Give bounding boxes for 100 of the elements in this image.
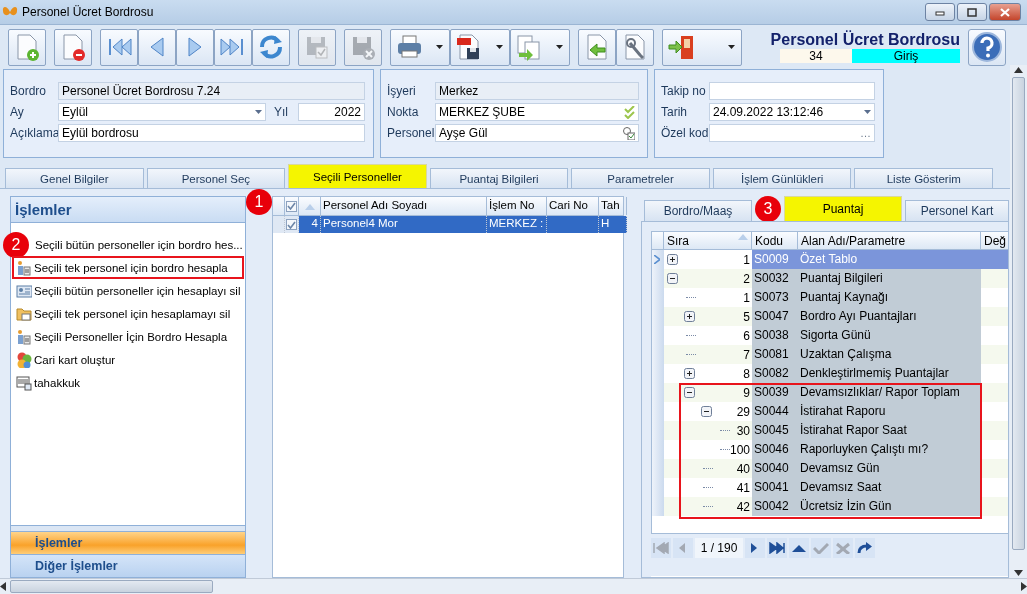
tree-row[interactable]: 5 S0047 Bordro Ayı Puantajları (652, 307, 1008, 326)
close-button[interactable] (989, 3, 1021, 21)
column-header[interactable]: Tah (599, 197, 627, 215)
refresh-button[interactable] (252, 28, 290, 66)
minimize-button[interactable] (925, 3, 955, 21)
dropdown-arrow-icon (255, 110, 262, 114)
group-bar[interactable]: İşlemler (11, 531, 245, 554)
document-wrench-button[interactable] (616, 28, 654, 66)
table-cell: 5 (743, 309, 750, 324)
column-header[interactable]: Alan Adı/Parametre (798, 232, 981, 249)
up-arrow-button[interactable] (789, 538, 809, 558)
column-header[interactable]: Sıra (664, 232, 752, 249)
calculator-icon (16, 259, 32, 276)
expand-icon[interactable] (684, 311, 695, 322)
action-item[interactable]: Seçili bütün personeller için bordro hes... (31, 233, 247, 256)
expand-icon[interactable] (667, 254, 678, 265)
input-field[interactable]: 24.09.2022 13:12:46 (709, 103, 875, 121)
last-record-button[interactable] (214, 28, 252, 66)
refresh-icon (257, 33, 285, 61)
horizontal-scrollbar[interactable] (0, 578, 1027, 594)
record-position: 1 / 190 (695, 538, 743, 558)
action-item[interactable]: Seçili Personeller İçin Bordro Hesapla (12, 325, 244, 348)
restore-icon (967, 7, 977, 17)
collapse-icon[interactable] (667, 273, 678, 284)
help-button[interactable] (968, 28, 1006, 66)
input-field[interactable] (709, 82, 875, 100)
action-item[interactable]: Seçili bütün personeller için hesaplayı sil (12, 279, 244, 302)
table-cell: S0038 (752, 326, 798, 345)
check-icon (813, 542, 829, 554)
table-cell: Ücretsiz İzin Gün (798, 497, 981, 516)
column-header[interactable]: Personel Adı Soyadı (321, 197, 487, 215)
action-item[interactable]: tahakkuk (12, 371, 244, 394)
tree-row[interactable]: 9 S0039 Devamsızlıklar/ Rapor Toplam (652, 383, 1008, 402)
document-arrow-button[interactable] (578, 28, 616, 66)
table-cell: S0047 (752, 307, 798, 326)
exit-door-button[interactable] (662, 28, 742, 66)
tab[interactable]: Puantaj Bilgileri (429, 168, 569, 188)
input-field[interactable]: MERKEZ ŞUBE (435, 103, 639, 121)
tree-row[interactable]: 41 S0041 Devamsız Saat (652, 478, 1008, 497)
next-button[interactable] (745, 538, 765, 558)
checkbox[interactable] (286, 200, 297, 212)
expand-icon[interactable] (684, 368, 695, 379)
column-header[interactable]: Kodu (752, 232, 798, 249)
table-cell: H (599, 216, 627, 233)
table-cell: MERKEZ : (487, 216, 547, 233)
tree-row[interactable]: 40 S0040 Devamsız Gün (652, 459, 1008, 478)
tab[interactable]: Genel Bilgiler (5, 168, 144, 188)
column-header[interactable]: İşlem No (487, 197, 547, 215)
collapse-icon[interactable] (684, 387, 695, 398)
column-header[interactable]: Değ (981, 232, 1008, 249)
tree-row[interactable]: 2 S0032 Puantaj Bilgileri (652, 269, 1008, 288)
tab[interactable]: Bordro/Maaş (644, 200, 752, 221)
tree-row[interactable]: 7 S0081 Uzaktan Çalışma (652, 345, 1008, 364)
tree-row[interactable]: 29 S0044 İstirahat Raporu (652, 402, 1008, 421)
table-cell: 41 (736, 480, 750, 495)
tree-row[interactable]: 30 S0045 İstirahat Rapor Saat (652, 421, 1008, 440)
record-count: 34 (780, 49, 852, 63)
tree-row[interactable]: 1 S0073 Puantaj Kaynağı (652, 288, 1008, 307)
printer-button[interactable] (390, 28, 450, 66)
id-card-icon (16, 282, 32, 299)
new-document-button[interactable] (8, 28, 46, 66)
tab[interactable]: Seçili Personeller (288, 164, 427, 188)
action-item[interactable]: Seçili tek personel için bordro hesapla (12, 256, 244, 279)
tree-row[interactable]: 42 S0042 Ücretsiz İzin Gün (652, 497, 1008, 516)
grid-calculator-icon (16, 374, 32, 391)
checkbox[interactable] (286, 219, 297, 230)
caret-icon (436, 45, 443, 49)
calculator-icon (16, 328, 32, 345)
action-item[interactable]: Cari kart oluştur (12, 348, 244, 371)
action-item[interactable]: Seçili tek personel için hesaplamayı sil (12, 302, 244, 325)
tab[interactable]: Parametreler (571, 168, 710, 188)
tab[interactable]: Puantaj (784, 196, 902, 221)
printer-icon (395, 33, 423, 61)
table-cell: 29 (736, 404, 750, 419)
column-header[interactable]: Cari No (547, 197, 599, 215)
collapse-icon[interactable] (701, 406, 712, 417)
table-cell: Raporluyken Çalıştı mı? (798, 440, 981, 459)
last-record-button[interactable] (767, 538, 787, 558)
tree-row[interactable]: 8 S0082 Denkleştirlmemiş Puantajlar (652, 364, 1008, 383)
input-field[interactable]: … (709, 124, 875, 142)
tree-row[interactable]: 100 S0046 Raporluyken Çalıştı mı? (652, 440, 1008, 459)
input-field[interactable]: 2022 (298, 103, 365, 121)
input-field[interactable]: Eylül bordrosu (58, 124, 365, 142)
delete-document-button[interactable] (54, 28, 92, 66)
maximize-button[interactable] (957, 3, 987, 21)
first-record-button[interactable] (100, 28, 138, 66)
table-cell: İstirahat Rapor Saat (798, 421, 981, 440)
tree-row[interactable]: 1 S0009 Özet Tablo (652, 250, 1008, 269)
group-bar[interactable]: Diğer İşlemler (11, 554, 245, 577)
input-field[interactable]: Eylül (58, 103, 266, 121)
vertical-scrollbar[interactable] (1010, 65, 1027, 578)
tab[interactable]: Personel Seç (146, 168, 286, 188)
redo-button[interactable] (855, 538, 875, 558)
tab[interactable]: Personel Kart (905, 200, 1009, 221)
tree-row[interactable]: 6 S0038 Sigorta Günü (652, 326, 1008, 345)
tab[interactable]: Liste Gösterim (854, 168, 994, 188)
tab[interactable]: İşlem Günlükleri (712, 168, 852, 188)
input-field[interactable]: Ayşe Gül (435, 124, 639, 142)
pdf-save-button[interactable] (450, 28, 510, 66)
previous-button[interactable] (138, 28, 176, 66)
